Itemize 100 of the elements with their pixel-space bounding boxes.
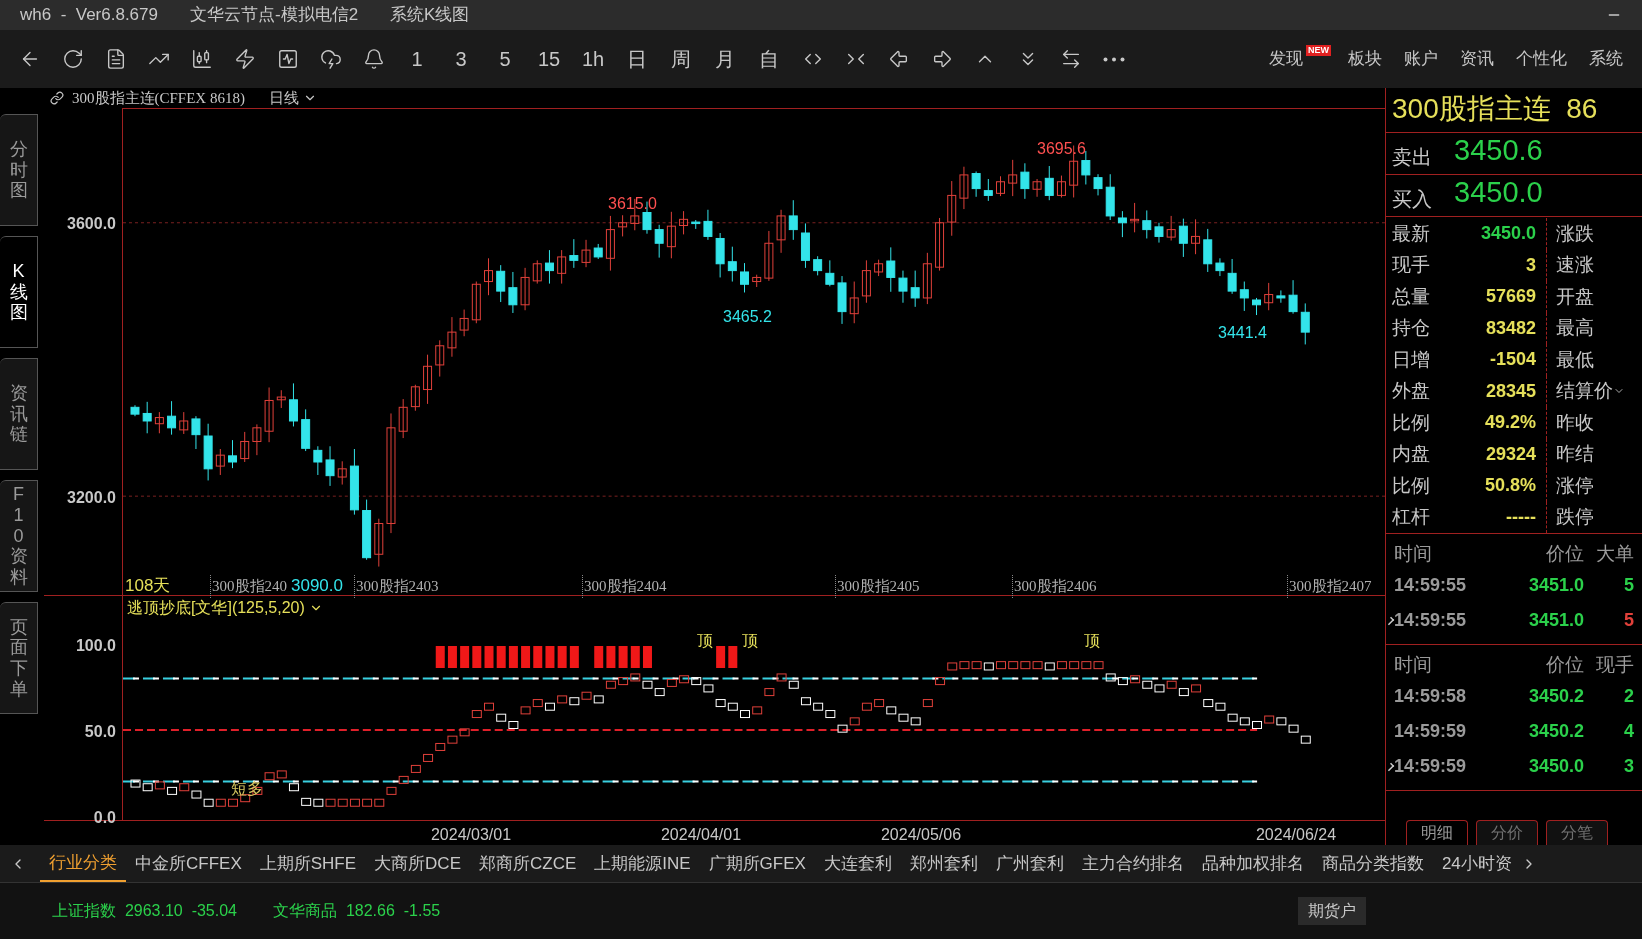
new-badge: NEW	[1306, 45, 1331, 56]
candlestick-icon	[190, 48, 213, 70]
contract-label: 300股指2407	[1287, 575, 1372, 598]
period-button[interactable]: 日	[615, 39, 659, 79]
market-tab[interactable]: 大连套利	[814, 845, 901, 882]
market-tab[interactable]: 上期所SHFE	[250, 845, 366, 882]
price-annotation: 3695.6	[1037, 139, 1086, 159]
market-tab[interactable]: 主力合约排名	[1072, 845, 1193, 882]
date-label: 2024/06/24	[1255, 825, 1337, 845]
panel-tab[interactable]: 分笔	[1546, 820, 1608, 845]
market-tab[interactable]: 广期所GFEX	[699, 845, 815, 882]
market-tab[interactable]: 郑州套利	[900, 845, 987, 882]
side-tab[interactable]: 资讯链	[0, 358, 38, 470]
trade-price: 3450.2	[1527, 720, 1584, 743]
market-tab[interactable]: 大商所DCE	[365, 845, 470, 882]
bar-count: 108天	[125, 575, 171, 597]
trade-time: 14:59:58	[1394, 685, 1468, 708]
account-button[interactable]: 期货户	[1298, 897, 1366, 925]
y-axis-label: 3200.0	[67, 488, 116, 508]
y-axis-label: 3600.0	[67, 214, 116, 234]
nav-link[interactable]: 资讯	[1449, 39, 1505, 79]
nav-link[interactable]: 账户	[1393, 39, 1449, 79]
stat-value: 50.8%	[1483, 474, 1536, 498]
stat-label: 日增	[1392, 347, 1431, 372]
period-button[interactable]: 自	[747, 39, 791, 79]
trade-time: 14:59:59	[1394, 720, 1468, 743]
price-annotation: 3441.4	[1218, 323, 1267, 343]
trade-price: 3451.0	[1527, 574, 1584, 597]
market-tab[interactable]: 中金所CFFEX	[126, 845, 251, 882]
stat-value: 29324	[1484, 442, 1536, 466]
stat-value: 57669	[1484, 285, 1536, 309]
period-button[interactable]: 月	[703, 39, 747, 79]
column-header: 现手	[1595, 652, 1634, 677]
contract-label: 300股指2406	[1012, 575, 1097, 598]
period-button[interactable]: 1	[395, 39, 439, 79]
stat-label: 现手	[1392, 253, 1431, 277]
y-axis-label: 100.0	[75, 636, 116, 656]
period-button[interactable]: 1h	[571, 39, 615, 79]
nav-link[interactable]: 个性化	[1505, 39, 1578, 79]
contract-label: 300股指240	[210, 575, 287, 598]
stat-label: 比例	[1392, 410, 1431, 435]
trade-volume: 2	[1623, 685, 1634, 708]
stat-label: 昨结	[1556, 442, 1594, 466]
nav-link[interactable]: 系统	[1578, 39, 1634, 79]
trade-time: 14:59:55	[1394, 609, 1468, 632]
stat-value: 28345	[1484, 379, 1536, 403]
column-header: 大单	[1595, 541, 1634, 566]
stat-value: 3	[1525, 253, 1536, 277]
trade-volume: 5	[1623, 574, 1634, 597]
column-header: 时间	[1394, 541, 1433, 566]
trade-volume: 4	[1623, 720, 1634, 743]
stat-value: 3450.0	[1479, 222, 1536, 246]
stat-label: 速涨	[1556, 253, 1594, 277]
trade-time: 14:59:59	[1394, 755, 1468, 778]
panel-tab[interactable]: 分价	[1476, 820, 1538, 845]
trade-time: 14:59:55	[1394, 574, 1468, 597]
y-axis-label: 50.0	[84, 722, 116, 742]
market-tab[interactable]: 广州套利	[986, 845, 1073, 882]
nav-link[interactable]: 板块	[1337, 39, 1393, 79]
market-tab[interactable]: 商品分类指数	[1312, 845, 1433, 882]
column-header: 价位	[1545, 652, 1584, 677]
signal-label: 顶	[742, 631, 758, 651]
market-tab[interactable]: 郑商所CZCE	[470, 845, 586, 882]
period-button[interactable]: 周	[659, 39, 703, 79]
period-button[interactable]: 3	[439, 39, 483, 79]
stat-label: 开盘	[1556, 284, 1594, 309]
date-label: 2024/03/01	[430, 825, 512, 845]
cloud-lightning-icon	[319, 48, 342, 70]
market-tab[interactable]: 24小时资	[1432, 845, 1521, 882]
indicator-dropdown[interactable]: 逃顶抄底[文华](125,5,20)	[127, 596, 323, 620]
stat-label: 总量	[1392, 284, 1431, 309]
stat-label: 最新	[1392, 221, 1431, 246]
side-tab[interactable]: K线图	[0, 236, 38, 348]
quote-price: 3450.0	[1454, 174, 1543, 210]
stat-value: 83482	[1484, 316, 1536, 340]
period-button[interactable]: 5	[483, 39, 527, 79]
stat-label: 昨收	[1556, 410, 1594, 435]
boxed-chart-icon	[276, 48, 299, 70]
window-title: 系统K线图	[390, 4, 470, 27]
period-dropdown[interactable]: 日线	[268, 86, 317, 110]
market-tab[interactable]: 上期能源INE	[585, 845, 700, 882]
trade-volume: 3	[1623, 755, 1634, 778]
side-tab[interactable]: 页面下单	[0, 602, 38, 714]
link-icon	[50, 91, 64, 105]
quote-price: 3450.6	[1454, 132, 1543, 168]
contract-label: 300股指2405	[835, 575, 920, 598]
side-tab[interactable]: F10资料	[0, 480, 38, 592]
date-label: 2024/04/01	[660, 825, 742, 845]
quote-label: 卖出	[1392, 145, 1432, 170]
panel-tab[interactable]: 明细	[1406, 820, 1468, 845]
window-title: 文华云节点-模拟电信2	[190, 4, 359, 27]
price-annotation: 3465.2	[723, 307, 772, 327]
quote-label: 买入	[1392, 187, 1432, 212]
market-tab[interactable]: 品种加权排名	[1192, 845, 1313, 882]
period-button[interactable]: 15	[527, 39, 571, 79]
trade-price: 3451.0	[1527, 609, 1584, 632]
contract-label: 300股指2404	[582, 575, 667, 598]
low-price-label: 3090.0	[291, 575, 343, 597]
signal-label: 顶	[697, 631, 713, 651]
side-tab[interactable]: 分时图	[0, 114, 38, 226]
